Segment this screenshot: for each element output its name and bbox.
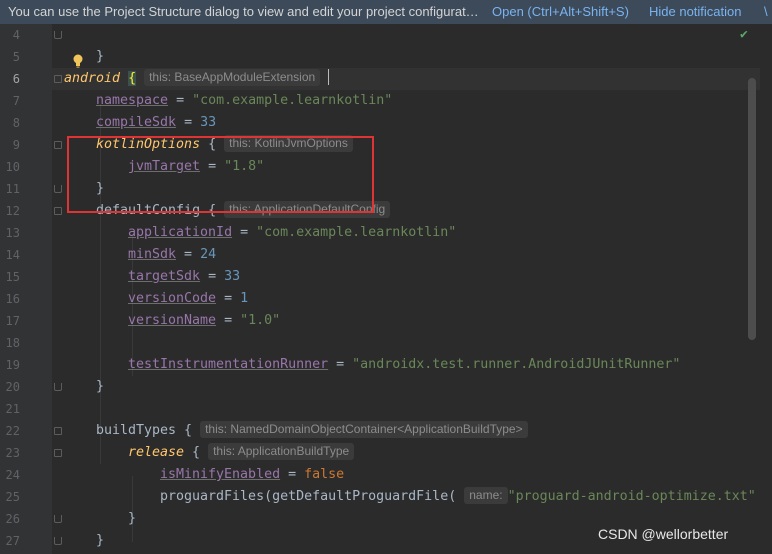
type-hint: this: BaseAppModuleExtension bbox=[144, 69, 321, 86]
highlight-box bbox=[67, 136, 374, 213]
fold-collapse-icon[interactable] bbox=[54, 449, 62, 457]
notification-banner: You can use the Project Structure dialog… bbox=[0, 0, 772, 24]
code-line-15: targetSdk = 33 bbox=[128, 269, 241, 284]
code-line-17: versionName = "1.0" bbox=[128, 313, 281, 328]
code-line-14: minSdk = 24 bbox=[128, 247, 217, 262]
parameter-hint: name: bbox=[464, 487, 508, 504]
vertical-scrollbar[interactable] bbox=[748, 78, 756, 340]
fold-collapse-icon[interactable] bbox=[54, 207, 62, 215]
fold-collapse-icon[interactable] bbox=[54, 427, 62, 435]
code-line-19: testInstrumentationRunner = "androidx.te… bbox=[128, 357, 681, 372]
code-line-8: compileSdk = 33 bbox=[96, 115, 217, 130]
inspection-ok-icon[interactable]: ✔ bbox=[740, 27, 748, 42]
code-line-6: android { this: BaseAppModuleExtension bbox=[52, 68, 760, 90]
code-line-23: release { this: ApplicationBuildType bbox=[128, 442, 355, 464]
matched-brace: { bbox=[128, 71, 137, 86]
type-hint: this: NamedDomainObjectContainer<Applica… bbox=[200, 421, 528, 438]
code-line-16: versionCode = 1 bbox=[128, 291, 249, 306]
code-line-13: applicationId = "com.example.learnkotlin… bbox=[128, 225, 457, 240]
code-editor[interactable]: } android { this: BaseAppModuleExtension… bbox=[0, 24, 772, 554]
fold-end-icon[interactable] bbox=[54, 515, 62, 523]
banner-overflow-icon: \ bbox=[764, 4, 768, 19]
fold-end-icon[interactable] bbox=[54, 31, 62, 39]
lightbulb-icon[interactable] bbox=[72, 54, 84, 68]
code-line-4: } bbox=[96, 49, 105, 64]
notification-message: You can use the Project Structure dialog… bbox=[8, 4, 479, 19]
text-cursor bbox=[328, 69, 330, 85]
code-line-24: isMinifyEnabled = false bbox=[160, 467, 345, 482]
fold-end-icon[interactable] bbox=[54, 185, 62, 193]
code-line-22: buildTypes { this: NamedDomainObjectCont… bbox=[96, 420, 528, 442]
fold-end-icon[interactable] bbox=[54, 383, 62, 391]
code-line-20: } bbox=[96, 379, 105, 394]
open-project-structure-link[interactable]: Open (Ctrl+Alt+Shift+S) bbox=[492, 0, 629, 24]
fold-end-icon[interactable] bbox=[54, 537, 62, 545]
code-line-25: proguardFiles(getDefaultProguardFile( na… bbox=[160, 487, 756, 504]
type-hint: this: ApplicationBuildType bbox=[208, 443, 355, 460]
code-line-26: } bbox=[128, 511, 137, 526]
fold-collapse-icon[interactable] bbox=[54, 75, 62, 83]
hide-notification-link[interactable]: Hide notification bbox=[649, 0, 742, 24]
watermark: CSDN @wellorbetter bbox=[598, 526, 729, 542]
code-line-7: namespace = "com.example.learnkotlin" bbox=[96, 93, 393, 108]
android-block-name: android bbox=[64, 71, 121, 86]
code-line-27: } bbox=[96, 533, 105, 548]
fold-collapse-icon[interactable] bbox=[54, 141, 62, 149]
